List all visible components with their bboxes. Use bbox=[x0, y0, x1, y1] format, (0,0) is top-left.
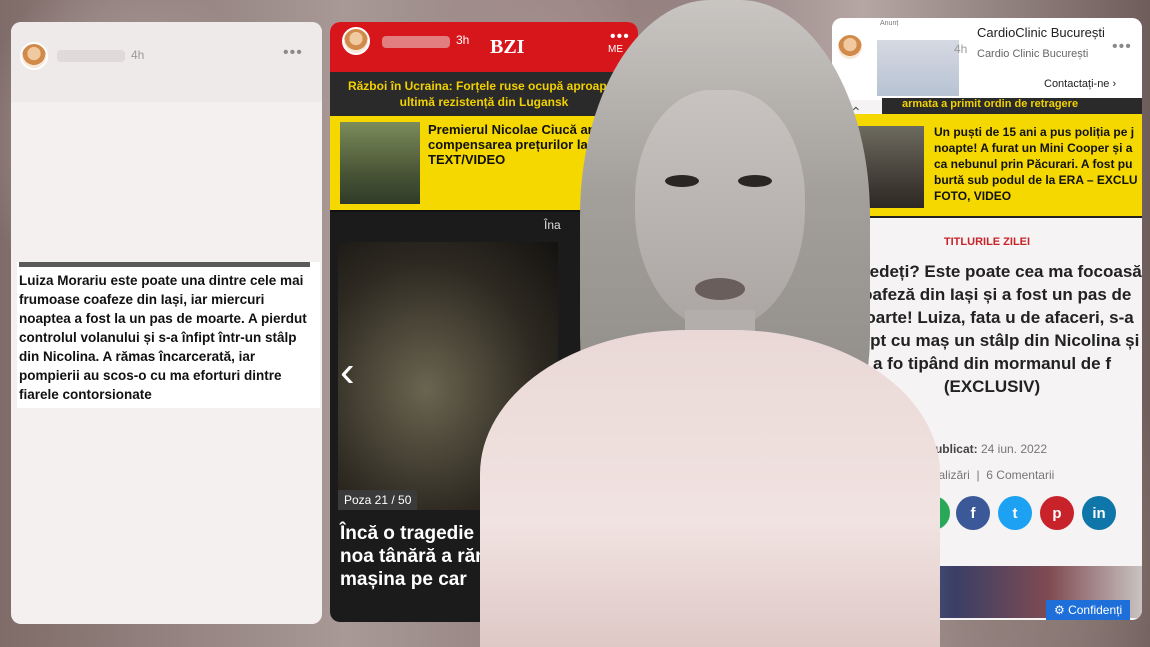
facebook-icon[interactable]: f bbox=[956, 496, 990, 530]
more-options-icon[interactable]: ••• bbox=[1112, 38, 1132, 56]
right-eye bbox=[738, 175, 772, 187]
more-options-icon[interactable]: ••• bbox=[283, 44, 303, 62]
lips bbox=[695, 278, 745, 300]
shirt bbox=[480, 330, 940, 647]
article-excerpt: Luiza Morariu este poate una dintre cele… bbox=[17, 262, 320, 408]
story-time: 3h bbox=[456, 33, 470, 47]
left-eye bbox=[665, 175, 699, 187]
comments-count[interactable]: 6 Comentarii bbox=[986, 468, 1054, 482]
gallery-counter: Poza 21 / 50 bbox=[338, 490, 418, 510]
avatar[interactable] bbox=[20, 42, 48, 70]
pinterest-icon[interactable]: p bbox=[1040, 496, 1074, 530]
promo-thumbnail bbox=[340, 122, 420, 204]
username-blurred bbox=[57, 50, 125, 62]
published-date: 24 iun. 2022 bbox=[980, 442, 1048, 456]
story-header bbox=[11, 22, 322, 102]
story-time: 4h bbox=[954, 42, 968, 56]
contact-label: Contactați-ne bbox=[1044, 78, 1110, 90]
divider bbox=[19, 262, 310, 267]
privacy-button[interactable]: ⚙ Confidenți bbox=[1046, 600, 1131, 620]
ad-subtitle: Cardio Clinic București bbox=[977, 48, 1089, 60]
contact-button[interactable]: Contactați-ne › bbox=[1044, 78, 1116, 90]
promo-text: Un puști de 15 ani a pus poliția pe j no… bbox=[934, 125, 1138, 203]
username-blurred bbox=[382, 36, 450, 48]
chevron-left-icon[interactable]: ‹ bbox=[340, 347, 355, 397]
story-card-left: 4h ••• Luiza Morariu este poate una dint… bbox=[11, 22, 322, 624]
article-text: Luiza Morariu este poate una dintre cele… bbox=[19, 273, 307, 402]
story-time: 4h bbox=[131, 48, 145, 62]
privacy-label: Confidenți bbox=[1068, 603, 1123, 617]
linkedin-icon[interactable]: in bbox=[1082, 496, 1116, 530]
twitter-icon[interactable]: t bbox=[998, 496, 1032, 530]
portrait-photo bbox=[480, 0, 940, 647]
avatar[interactable] bbox=[342, 27, 370, 55]
ad-title: CardioClinic București bbox=[977, 25, 1105, 40]
